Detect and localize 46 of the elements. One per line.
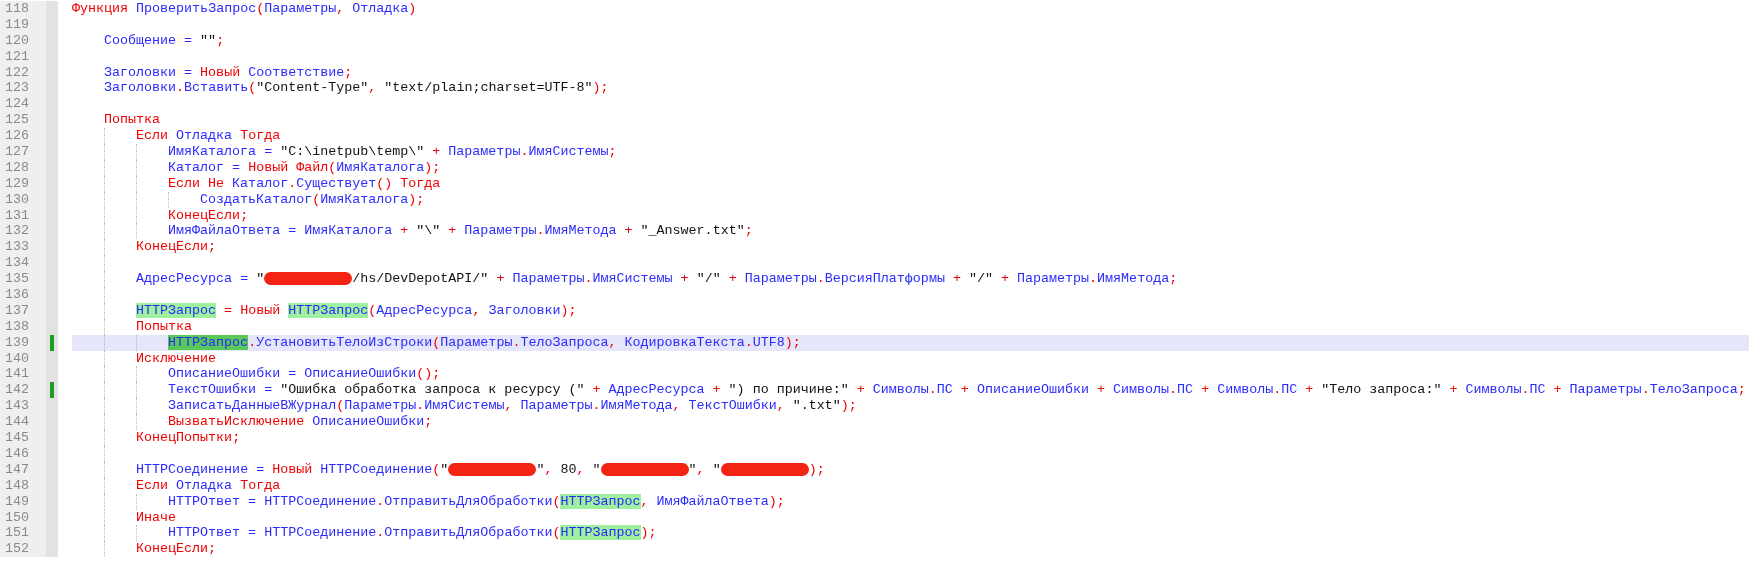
code-line: HTTPЗапрос = Новый HTTPЗапрос(АдресРесурса, Заголовки);: [72, 302, 1749, 319]
code-line: ВызватьИсключение ОписаниеОшибки;: [72, 414, 1749, 431]
code-line: АдресРесурса = " /hs/DevDepotAPI/" + Параметры.ИмяСистемы + "/" + Параметры.ВерсияПлатформы + "/" + Параметры.ИмяМетода;: [72, 271, 1749, 288]
code-line: КонецЕсли;: [72, 541, 1749, 558]
line-number: 151: [0, 525, 46, 542]
code-line: Попытка: [72, 318, 1749, 335]
code-line: Заголовки = Новый Соответствие;: [103, 64, 354, 81]
line-number: 152: [0, 541, 46, 558]
code-line: ИмяФайлаОтвета = ИмяКаталога + "\" + Параметры.ИмяМетода + "_Answer.txt";: [72, 223, 1749, 240]
code-line: КонецЕсли;: [72, 207, 1749, 224]
code-line: Функция ПроверитьЗапрос(Параметры, Отладка): [72, 1, 418, 17]
line-number: 141: [0, 366, 46, 383]
code-line: СоздатьКаталог(ИмяКаталога);: [72, 191, 1749, 208]
code-line: Каталог = Новый Файл(ИмяКаталога);: [72, 159, 1749, 176]
code-line: КонецПопытки;: [72, 430, 1749, 446]
line-number: 118: [0, 1, 46, 17]
code-line: ТекстОшибки = "Ошибка обработка запроса к ресурсу (" + АдресРесурса + ") по причине:" + Символы.ПС + ОписаниеОшибки + Символы.ПС + Символы.ПС + "Тело запроса:" + Символы.ПС + Параметры.ТелоЗапроса;: [72, 382, 1749, 399]
code-line: ЗаписатьДанныеВЖурнал(Параметры.ИмяСистемы, Параметры.ИмяМетода, ТекстОшибки, ".txt");: [72, 398, 1749, 415]
code-line: Исключение: [72, 350, 1749, 367]
line-number: 144: [0, 414, 46, 431]
line-number: 134: [0, 255, 46, 272]
line-number: 126: [0, 128, 46, 144]
code-line: Если Не Каталог.Существует() Тогда: [72, 175, 1749, 192]
code-line: Если Отладка Тогда: [72, 128, 1749, 144]
line-number: 125: [0, 112, 46, 129]
code-line: HTTPОтвет = HTTPСоединение.ОтправитьДляОбработки(HTTPЗапрос, ИмяФайлаОтвета);: [72, 493, 1749, 510]
line-number: 124: [0, 96, 46, 113]
code-line: Иначе: [72, 509, 1749, 526]
line-number: 143: [0, 398, 46, 415]
code-line: КонецЕсли;: [72, 239, 1749, 256]
code-line: Если Отладка Тогда: [72, 477, 1749, 494]
line-number: 132: [0, 223, 46, 240]
line-number: 142: [0, 382, 46, 399]
code-line: HTTPОтвет = HTTPСоединение.ОтправитьДляОбработки(HTTPЗапрос);: [72, 525, 1749, 542]
line-number: 135: [0, 271, 46, 288]
line-number: 145: [0, 430, 46, 446]
code-line: ИмяКаталога = "C:\inetpub\temp\" + Параметры.ИмяСистемы;: [72, 144, 1749, 160]
code-line: Попытка: [103, 112, 162, 129]
line-number: 136: [0, 287, 46, 303]
line-number: 133: [0, 239, 46, 256]
code-line: ОписаниеОшибки = ОписаниеОшибки();: [72, 366, 1749, 383]
code-line: HTTPСоединение = Новый HTTPСоединение(" ", 80, " ", " );: [72, 461, 1749, 478]
line-number: 123: [0, 80, 46, 97]
code-line: Заголовки.Вставить("Content-Type", "text/plain;charset=UTF-8");: [103, 80, 610, 97]
line-number: 127: [0, 144, 46, 160]
code-line: Сообщение = "";: [103, 32, 226, 49]
